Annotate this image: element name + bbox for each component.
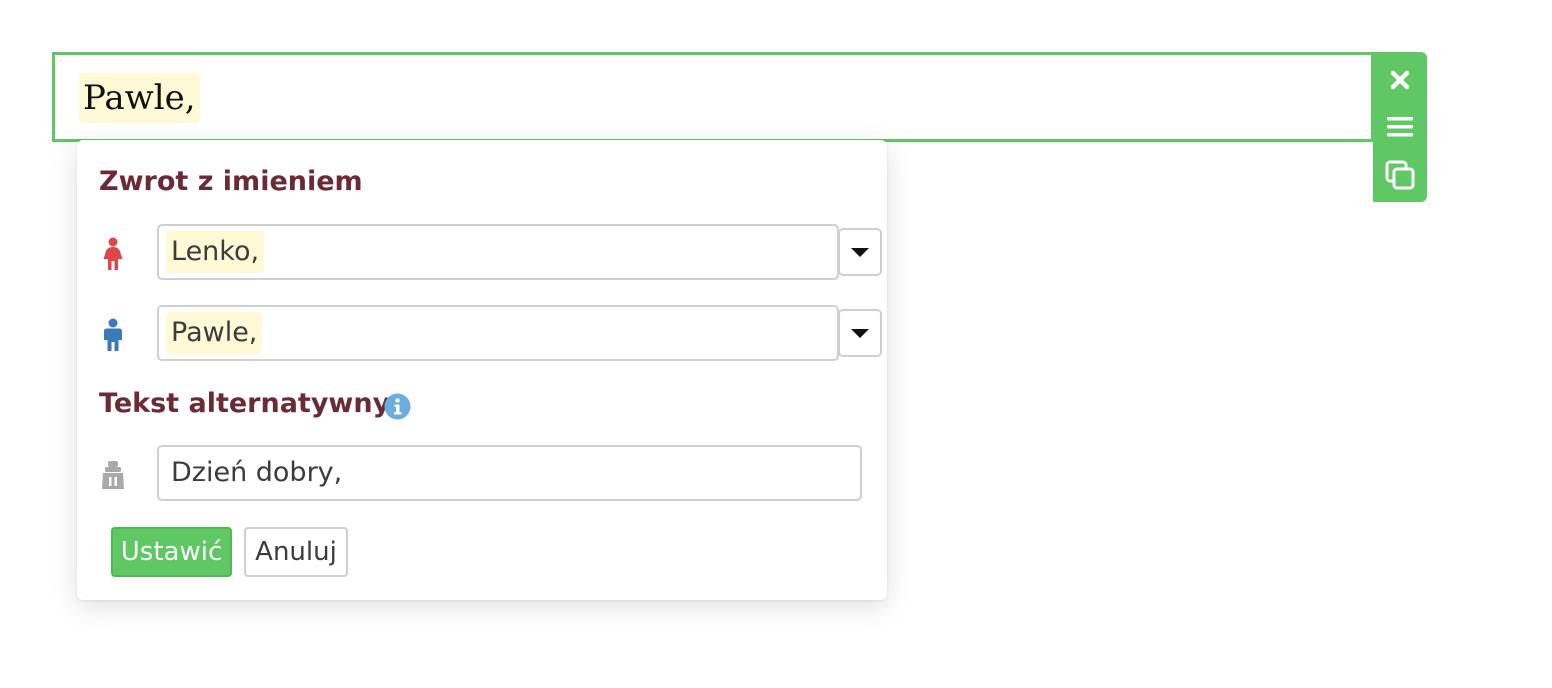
alt-text-field[interactable]: Dzień dobry, <box>157 445 862 501</box>
copy-icon[interactable] <box>1373 152 1427 198</box>
menu-icon[interactable] <box>1373 104 1427 150</box>
female-greeting-field[interactable]: Lenko, <box>157 224 839 280</box>
male-icon <box>99 315 127 355</box>
section-title-alt-text: Tekst alternatywny <box>99 388 391 419</box>
male-greeting-field[interactable]: Pawle, <box>157 305 839 361</box>
chevron-down-icon <box>851 247 869 257</box>
block-toolbar <box>1373 52 1427 202</box>
set-button[interactable]: Ustawić <box>111 527 232 577</box>
editor-placeholder-token[interactable]: Pawle, <box>79 73 200 123</box>
male-greeting-value: Pawle, <box>166 312 263 354</box>
greeting-popup: Zwrot z imieniem Lenko, Pawle, Tekst alt… <box>77 140 887 600</box>
editor-text-block[interactable]: Pawle, <box>52 52 1374 142</box>
chevron-down-icon <box>851 328 869 338</box>
cancel-button[interactable]: Anuluj <box>244 527 348 577</box>
close-icon[interactable] <box>1373 57 1427 103</box>
female-greeting-value: Lenko, <box>166 231 265 273</box>
alt-text-value: Dzień dobry, <box>171 457 343 488</box>
info-icon[interactable] <box>384 393 411 420</box>
female-dropdown-button[interactable] <box>838 228 882 276</box>
male-dropdown-button[interactable] <box>838 309 882 357</box>
female-icon <box>99 234 127 274</box>
neutral-person-icon <box>99 455 127 495</box>
section-title-name-greeting: Zwrot z imieniem <box>99 166 363 197</box>
